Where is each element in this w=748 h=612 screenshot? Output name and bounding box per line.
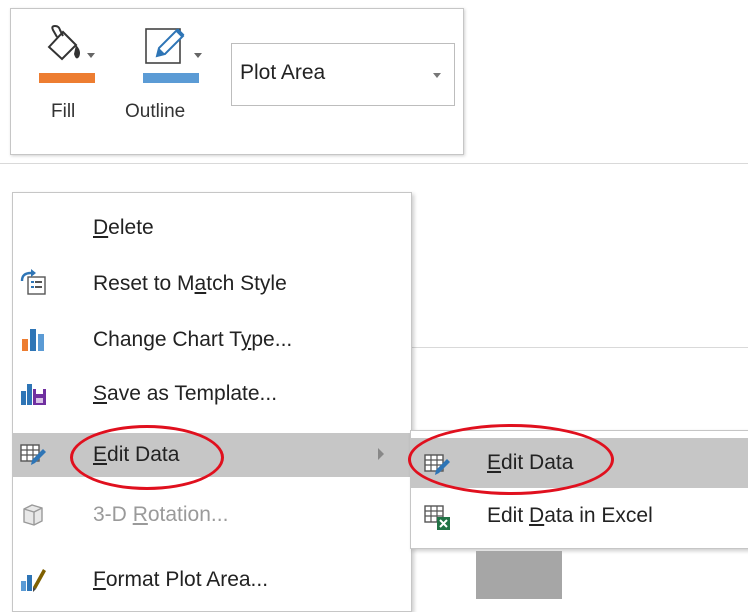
- annotation-circle-edit-data: [70, 425, 224, 490]
- annotation-circle-submenu-edit-data: [408, 424, 614, 495]
- menu-item-save-as-template[interactable]: Save as Template...: [13, 372, 411, 416]
- menu-item-3d-rotation: 3-D Rotation...: [13, 493, 411, 537]
- menu-item-label: 3-D Rotation...: [93, 503, 229, 526]
- edit-data-icon: [19, 440, 47, 468]
- pencil-outline-icon: [143, 23, 189, 67]
- chart-bar: [476, 551, 562, 599]
- paint-bucket-icon: [39, 23, 83, 67]
- menu-item-format-plot-area[interactable]: Format Plot Area...: [13, 558, 411, 602]
- outline-label: Outline: [125, 101, 186, 122]
- fill-color-swatch: [39, 73, 95, 83]
- bar-chart-icon: [19, 325, 47, 353]
- outline-button[interactable]: Outline: [121, 19, 225, 135]
- chevron-down-icon: [433, 73, 441, 78]
- fill-button[interactable]: Fill: [35, 19, 101, 135]
- menu-item-label: Save as Template...: [93, 382, 278, 405]
- fill-label: Fill: [51, 101, 76, 122]
- menu-item-reset-to-match-style[interactable]: Reset to Match Style: [13, 262, 411, 306]
- menu-item-label: Change Chart Type...: [93, 328, 293, 351]
- mini-toolbar: Fill Outline Plot Area: [10, 8, 464, 155]
- save-template-icon: [19, 379, 47, 407]
- chart-element-value: Plot Area: [240, 61, 326, 84]
- excel-data-icon: [423, 503, 451, 531]
- divider-line: [412, 347, 748, 348]
- divider-line: [0, 163, 748, 164]
- submenu-item-label: Edit Data in Excel: [487, 504, 653, 527]
- chevron-down-icon: [87, 53, 95, 58]
- format-plot-area-icon: [19, 565, 47, 593]
- chevron-down-icon: [194, 53, 202, 58]
- submenu-item-edit-data-in-excel[interactable]: Edit Data in Excel: [411, 491, 748, 541]
- context-menu: Delete Reset to Match Style Change Chart…: [12, 192, 412, 612]
- outline-color-swatch: [143, 73, 199, 83]
- menu-item-change-chart-type[interactable]: Change Chart Type...: [13, 318, 411, 362]
- chart-element-dropdown[interactable]: Plot Area: [231, 43, 455, 106]
- 3d-rotation-icon: [19, 500, 47, 528]
- menu-item-label: Reset to Match Style: [93, 272, 287, 295]
- menu-item-label: Delete: [93, 216, 154, 239]
- menu-item-label: Format Plot Area...: [93, 568, 269, 591]
- reset-style-icon: [19, 269, 47, 297]
- menu-item-delete[interactable]: Delete: [13, 206, 411, 250]
- chevron-right-icon: [378, 448, 384, 460]
